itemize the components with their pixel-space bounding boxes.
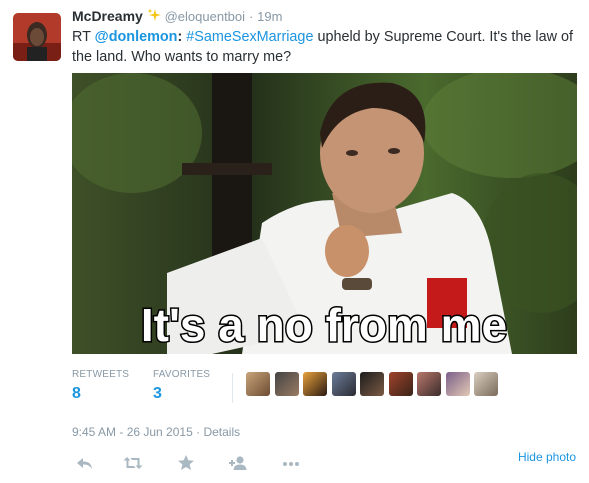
hashtag-link[interactable]: #SameSexMarriage — [186, 29, 313, 45]
tweet-text: RT @donlemon: #SameSexMarriage upheld by… — [72, 27, 584, 67]
hide-photo-link[interactable]: Hide photo — [518, 450, 576, 464]
favoriter-avatar[interactable] — [417, 372, 441, 396]
tweet-photo[interactable]: It's a no from me — [72, 73, 577, 354]
retweets-count[interactable]: 8 — [72, 385, 129, 403]
favoriter-avatar[interactable] — [474, 372, 498, 396]
retweet-icon[interactable] — [122, 452, 144, 474]
details-link[interactable]: Details — [203, 425, 240, 439]
stats-divider — [232, 373, 233, 403]
timestamp-text[interactable]: 9:45 AM - 26 Jun 2015 — [72, 425, 193, 439]
meme-caption: It's a no from me — [141, 299, 507, 351]
more-icon[interactable] — [280, 452, 302, 474]
sparkles-emoji-icon — [147, 8, 161, 22]
user-handle[interactable]: @eloquentboi — [165, 9, 245, 24]
favoriter-avatar[interactable] — [303, 372, 327, 396]
favorites-count[interactable]: 3 — [153, 385, 210, 403]
favoriter-avatar[interactable] — [360, 372, 384, 396]
favoriter-avatar[interactable] — [274, 372, 299, 396]
display-name[interactable]: McDreamy — [72, 8, 143, 24]
rt-prefix: RT — [72, 29, 95, 45]
reply-icon[interactable] — [74, 452, 96, 474]
mention-link[interactable]: @donlemon — [95, 29, 178, 45]
tweet-timestamp: 9:45 AM - 26 Jun 2015 · Details — [72, 425, 240, 439]
favoriter-avatar[interactable] — [388, 372, 413, 396]
favorites-label: FAVORITES — [153, 369, 211, 380]
retweets-stat[interactable]: RETWEETS 8 — [72, 369, 129, 403]
avatar[interactable] — [13, 13, 61, 61]
tweet-header: McDreamy @eloquentboi · 19m — [72, 8, 282, 28]
favoriter-avatar[interactable] — [331, 372, 356, 396]
favorite-icon[interactable] — [175, 452, 197, 474]
mention-colon: : — [177, 29, 183, 45]
timestamp-separator: · — [196, 425, 201, 439]
favoriter-avatar[interactable] — [445, 372, 470, 396]
favorites-stat[interactable]: FAVORITES 3 — [153, 369, 210, 403]
follow-icon[interactable] — [227, 452, 249, 474]
retweets-label: RETWEETS — [72, 369, 130, 380]
header-separator: · — [248, 9, 254, 24]
tweet-actions — [72, 452, 312, 474]
favoriter-avatars — [246, 372, 503, 401]
favoriter-avatar[interactable] — [246, 372, 270, 396]
tweet-time[interactable]: 19m — [257, 9, 282, 24]
